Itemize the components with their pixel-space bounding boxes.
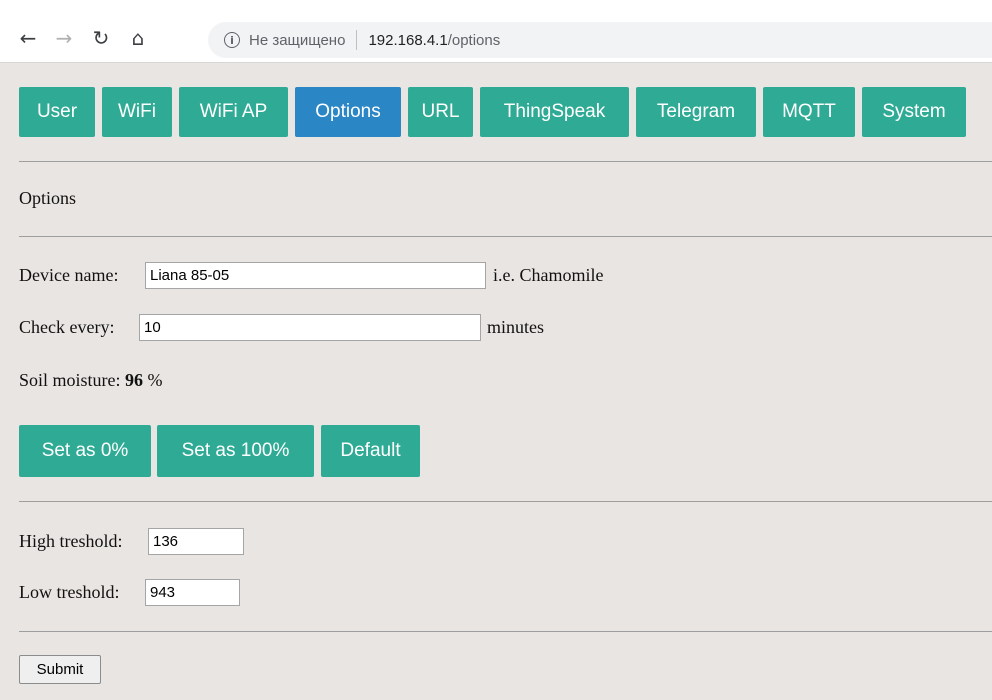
submit-button[interactable]: Submit bbox=[19, 655, 101, 684]
tab-url[interactable]: URL bbox=[408, 87, 473, 137]
high-threshold-input[interactable] bbox=[148, 528, 244, 555]
divider bbox=[19, 236, 992, 237]
tab-options[interactable]: Options bbox=[295, 87, 401, 137]
info-icon[interactable]: i bbox=[224, 32, 240, 48]
address-bar[interactable]: i Не защищено 192.168.4.1/options bbox=[208, 22, 992, 58]
soil-moisture-readout: Soil moisture: 96 % bbox=[19, 370, 163, 391]
set-zero-button[interactable]: Set as 0% bbox=[19, 425, 151, 477]
section-title: Options bbox=[19, 188, 77, 208]
reload-icon[interactable]: ↻ bbox=[87, 24, 115, 52]
high-threshold-label: High treshold: bbox=[19, 531, 123, 551]
low-threshold-input[interactable] bbox=[145, 579, 240, 606]
default-button[interactable]: Default bbox=[321, 425, 420, 477]
back-arrow-icon[interactable]: ← bbox=[14, 24, 42, 52]
browser-toolbar: ← → ↻ ⌂ i Не защищено 192.168.4.1/option… bbox=[0, 0, 992, 63]
tab-mqtt[interactable]: MQTT bbox=[763, 87, 855, 137]
url-host[interactable]: 192.168.4.1 bbox=[368, 32, 447, 49]
low-threshold-label: Low treshold: bbox=[19, 582, 120, 602]
tab-user[interactable]: User bbox=[19, 87, 95, 137]
url-path[interactable]: /options bbox=[448, 32, 501, 49]
divider bbox=[19, 161, 992, 162]
tab-wifi[interactable]: WiFi bbox=[102, 87, 172, 137]
device-name-input[interactable] bbox=[145, 262, 486, 289]
soil-moisture-unit: % bbox=[147, 370, 163, 390]
set-hundred-button[interactable]: Set as 100% bbox=[157, 425, 314, 477]
forward-arrow-icon[interactable]: → bbox=[50, 24, 78, 52]
security-status[interactable]: Не защищено bbox=[249, 32, 345, 49]
divider bbox=[19, 631, 992, 632]
tab-system[interactable]: System bbox=[862, 87, 966, 137]
soil-moisture-value: 96 bbox=[125, 370, 144, 390]
settings-tabs: User WiFi WiFi AP Options URL ThingSpeak… bbox=[19, 87, 973, 137]
device-name-label: Device name: bbox=[19, 265, 119, 285]
soil-moisture-label: Soil moisture: bbox=[19, 370, 121, 390]
tab-thingspeak[interactable]: ThingSpeak bbox=[480, 87, 629, 137]
check-every-input[interactable] bbox=[139, 314, 481, 341]
home-icon[interactable]: ⌂ bbox=[124, 24, 152, 52]
check-every-label: Check every: bbox=[19, 317, 115, 337]
tab-telegram[interactable]: Telegram bbox=[636, 87, 756, 137]
device-name-hint: i.e. Chamomile bbox=[493, 265, 604, 285]
divider bbox=[19, 501, 992, 502]
tab-wifi-ap[interactable]: WiFi AP bbox=[179, 87, 288, 137]
check-every-unit: minutes bbox=[487, 317, 544, 337]
address-separator bbox=[356, 30, 358, 50]
